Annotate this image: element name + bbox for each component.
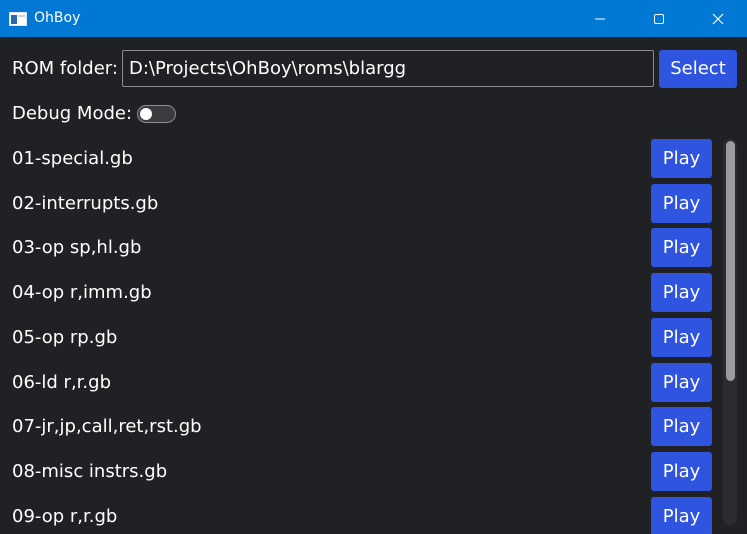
title-bar: OhBoy [0, 0, 747, 37]
list-item: 07-jr,jp,call,ret,rst.gb Play [0, 405, 722, 449]
list-item: 05-op rp.gb Play [0, 316, 722, 360]
rom-name: 05-op rp.gb [12, 327, 118, 348]
scroll-thumb[interactable] [726, 141, 735, 381]
list-item: 01-special.gb Play [0, 137, 722, 181]
close-icon [712, 13, 724, 25]
play-button[interactable]: Play [651, 407, 712, 446]
list-item: 02-interrupts.gb Play [0, 182, 722, 226]
play-button[interactable]: Play [651, 452, 712, 491]
select-folder-button[interactable]: Select [659, 50, 737, 88]
play-button[interactable]: Play [651, 139, 712, 178]
close-button[interactable] [689, 0, 747, 37]
window-title: OhBoy [34, 10, 81, 26]
maximize-button[interactable] [630, 0, 688, 37]
rom-folder-label: ROM folder: [12, 58, 118, 79]
debug-mode-label: Debug Mode: [12, 103, 133, 124]
list-item: 03-op sp,hl.gb Play [0, 226, 722, 270]
rom-name: 09-op r,r.gb [12, 506, 118, 527]
list-item: 09-op r,r.gb Play [0, 495, 722, 534]
app-window-icon [9, 11, 27, 26]
minimize-button[interactable] [571, 0, 629, 37]
rom-name: 06-ld r,r.gb [12, 372, 111, 393]
play-button[interactable]: Play [651, 497, 712, 534]
list-item: 06-ld r,r.gb Play [0, 361, 722, 405]
play-button[interactable]: Play [651, 273, 712, 312]
rom-name: 08-misc instrs.gb [12, 461, 168, 482]
rom-name: 03-op sp,hl.gb [12, 237, 142, 258]
rom-list: 01-special.gb Play 02-interrupts.gb Play… [0, 137, 722, 534]
rom-name: 04-op r,imm.gb [12, 282, 152, 303]
maximize-icon [654, 14, 664, 24]
play-button[interactable]: Play [651, 228, 712, 267]
vertical-scrollbar[interactable] [723, 139, 737, 525]
play-button[interactable]: Play [651, 363, 712, 402]
rom-name: 01-special.gb [12, 148, 133, 169]
debug-mode-toggle[interactable] [137, 105, 176, 123]
rom-name: 07-jr,jp,call,ret,rst.gb [12, 416, 202, 437]
toggle-knob [140, 108, 152, 120]
list-item: 04-op r,imm.gb Play [0, 271, 722, 315]
play-button[interactable]: Play [651, 318, 712, 357]
rom-name: 02-interrupts.gb [12, 193, 159, 214]
play-button[interactable]: Play [651, 184, 712, 223]
minimize-icon [595, 18, 605, 20]
rom-folder-input[interactable] [122, 50, 654, 87]
list-item: 08-misc instrs.gb Play [0, 450, 722, 494]
